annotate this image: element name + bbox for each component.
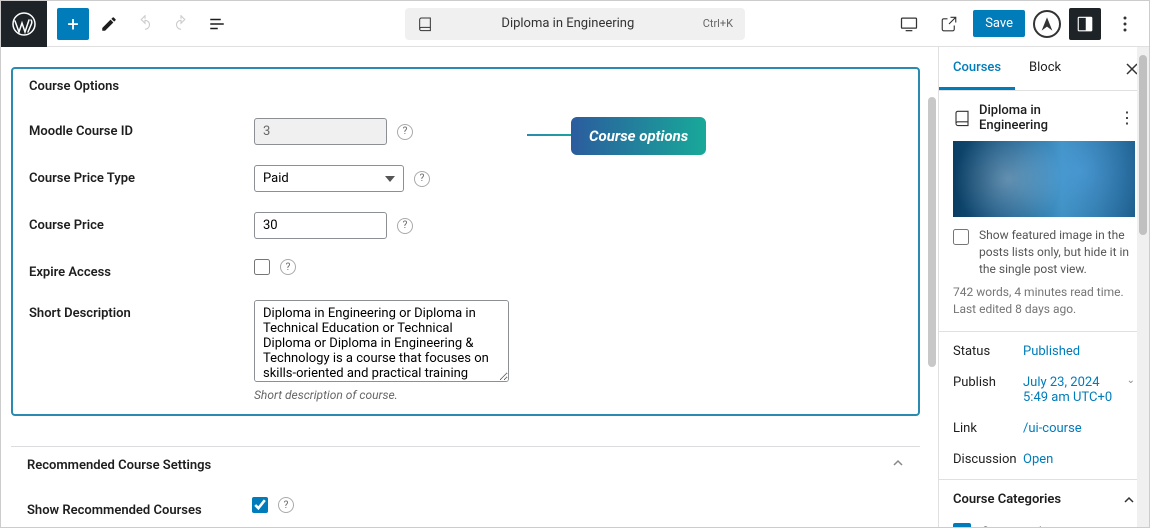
course-price-label: Course Price [29,212,254,233]
help-icon[interactable]: ? [278,497,294,513]
publish-value[interactable]: July 23, 2024 5:49 am UTC+0 [1023,375,1123,405]
course-price-input[interactable] [254,212,387,239]
link-label: Link [953,421,1023,436]
book-icon [417,16,433,32]
moodle-id-label: Moodle Course ID [29,118,254,139]
top-toolbar: + Diploma in Engineering Ctrl+K Save [1,1,1149,47]
document-overview-icon[interactable] [201,8,233,40]
document-title: Diploma in Engineering [441,16,695,31]
featured-visibility-checkbox[interactable] [953,229,969,245]
last-edited-text: Last edited 8 days ago. [953,302,1135,316]
document-title-bar[interactable]: Diploma in Engineering Ctrl+K [405,8,745,40]
editor-scrollbar[interactable] [927,97,937,527]
category-label: Category 1 [981,525,1044,527]
edit-tool-icon[interactable] [93,8,125,40]
chevron-down-icon: ⌄ [1127,375,1135,405]
show-rec-checkbox[interactable] [252,497,268,513]
help-icon[interactable]: ? [280,259,296,275]
help-icon[interactable]: ? [397,218,413,234]
sidebar-course-title: Diploma in Engineering [979,103,1111,133]
settings-panel-toggle[interactable] [1069,8,1101,40]
astra-icon[interactable] [1033,10,1061,38]
discussion-label: Discussion [953,452,1023,467]
more-options-icon[interactable] [1109,8,1141,40]
category-item[interactable]: Category 1 [939,519,1149,527]
checkbox-checked-icon[interactable] [953,523,971,527]
callout: Course options [571,117,706,155]
course-categories-header[interactable]: Course Categories [939,480,1149,519]
callout-bubble: Course options [571,117,706,155]
word-count-text: 742 words, 4 minutes read time. [953,285,1135,299]
settings-sidebar: Courses Block Diploma in Engineering ⋮ S… [939,47,1149,527]
undo-icon[interactable] [129,8,161,40]
short-desc-textarea[interactable]: Diploma in Engineering or Diploma in Tec… [254,300,509,382]
chevron-up-icon [1123,494,1135,506]
recommended-title: Recommended Course Settings [27,458,211,473]
expire-access-label: Expire Access [29,259,254,280]
help-icon[interactable]: ? [414,171,430,187]
expire-access-checkbox[interactable] [254,259,270,275]
tab-courses[interactable]: Courses [939,47,1015,90]
help-icon[interactable]: ? [397,124,413,140]
collapse-icon[interactable] [892,457,904,473]
short-desc-helper: Short description of course. [29,388,902,402]
course-options-panel: Course Options Moodle Course ID ? Course… [11,67,920,416]
link-value[interactable]: /ui-course [1023,421,1135,436]
recommended-settings-panel: Recommended Course Settings Show Recomme… [11,446,920,527]
short-desc-label: Short Description [29,300,254,321]
moodle-id-input [254,118,387,145]
price-type-label: Course Price Type [29,165,254,186]
add-block-button[interactable]: + [57,8,89,40]
page-scrollbar[interactable] [1137,47,1149,527]
status-value[interactable]: Published [1023,344,1135,359]
publish-label: Publish [953,375,1023,405]
discussion-value[interactable]: Open [1023,452,1135,467]
book-icon [953,109,971,127]
external-link-icon[interactable] [933,8,965,40]
show-rec-label: Show Recommended Courses [27,497,252,518]
redo-icon[interactable] [165,8,197,40]
status-label: Status [953,344,1023,359]
featured-image[interactable] [953,141,1135,217]
wordpress-logo[interactable] [1,1,47,47]
tab-block[interactable]: Block [1015,47,1075,90]
course-options-title: Course Options [29,79,119,94]
view-device-icon[interactable] [893,8,925,40]
course-actions-icon[interactable]: ⋮ [1119,110,1135,126]
price-type-select[interactable]: Paid [254,165,404,192]
editor-pane: Course Options Moodle Course ID ? Course… [1,47,939,527]
shortcut-hint: Ctrl+K [703,17,733,30]
save-button[interactable]: Save [973,10,1025,37]
featured-visibility-label: Show featured image in the posts lists o… [979,227,1135,277]
